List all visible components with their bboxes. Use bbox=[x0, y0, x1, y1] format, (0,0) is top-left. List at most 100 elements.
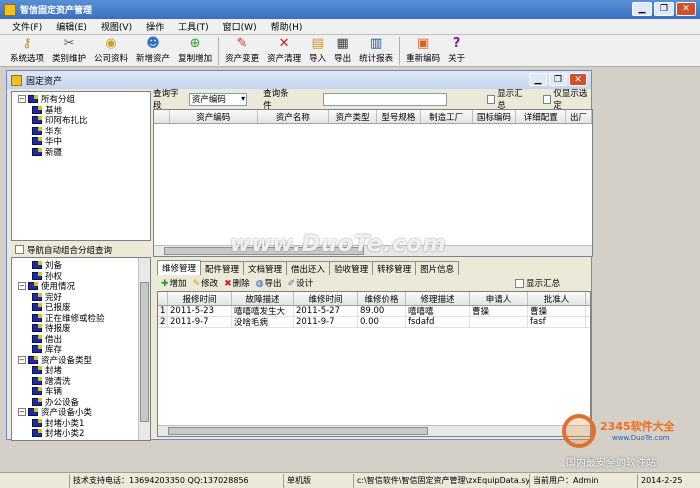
statistics-report-button[interactable]: ▥ 统计报表 bbox=[355, 35, 397, 64]
tree-expander-icon[interactable]: − bbox=[18, 282, 26, 291]
maximize-button[interactable]: ❐ bbox=[654, 2, 674, 16]
table-cell[interactable]: fsdafd bbox=[406, 317, 470, 327]
table-row[interactable]: 2 2011-9-7 没啥毛病 2011-9-7 0.00 fsdafd fasf bbox=[158, 317, 590, 328]
menu-operate[interactable]: 操作 bbox=[146, 20, 164, 33]
menu-view[interactable]: 视图(V) bbox=[101, 20, 132, 33]
query-condition-input[interactable] bbox=[323, 92, 447, 106]
group-tree-node[interactable]: 新疆 bbox=[18, 147, 150, 158]
group-tree-node[interactable]: 印阿布扎比 bbox=[18, 115, 150, 126]
category-tree-node[interactable]: 借出 bbox=[18, 334, 150, 345]
column-header[interactable]: 国标编码 bbox=[473, 110, 517, 123]
add-record-button[interactable]: ✚增加 bbox=[161, 277, 187, 289]
category-tree-node[interactable]: − 使用情况 bbox=[18, 281, 150, 292]
tree-expander-icon[interactable]: − bbox=[18, 95, 26, 104]
menu-window[interactable]: 窗口(W) bbox=[223, 20, 257, 33]
category-tree-node[interactable]: 封堵小类2 bbox=[18, 428, 150, 439]
tab-5[interactable]: 验收管理 bbox=[329, 261, 374, 275]
category-tree-node[interactable]: 蹭清洗 bbox=[18, 376, 150, 387]
tab-2[interactable]: 配件管理 bbox=[200, 261, 245, 275]
category-tree-node[interactable]: 待报废 bbox=[18, 323, 150, 334]
table-cell[interactable]: 2011-5-27 bbox=[294, 306, 358, 316]
tree-expander-icon[interactable]: − bbox=[18, 408, 26, 417]
category-tree-node[interactable]: 车辆 bbox=[18, 386, 150, 397]
group-tree-node[interactable]: 华中 bbox=[18, 136, 150, 147]
repair-grid-hscroll[interactable] bbox=[158, 425, 590, 436]
export-record-button[interactable]: ◍导出 bbox=[256, 277, 282, 289]
column-header[interactable]: 详细配置 bbox=[516, 110, 567, 123]
table-cell[interactable]: 嘻嘻嘻发生大 bbox=[232, 306, 294, 316]
category-tree-node[interactable]: 孙权 bbox=[18, 271, 150, 282]
add-asset-button[interactable]: ☻ 新增资产 bbox=[132, 35, 174, 64]
category-tree-node[interactable]: 刘备 bbox=[18, 260, 150, 271]
table-cell[interactable]: 没啥毛病 bbox=[232, 317, 294, 327]
show-summary-toggle[interactable]: 显示汇总 bbox=[486, 87, 529, 111]
column-header[interactable]: 维修时间 bbox=[294, 292, 358, 305]
table-cell[interactable]: 2011-9-7 bbox=[294, 317, 358, 327]
show-selected-checkbox[interactable] bbox=[542, 94, 552, 104]
category-tree-node[interactable]: 完好 bbox=[18, 292, 150, 303]
recode-button[interactable]: ▣ 重新编码 bbox=[402, 35, 444, 64]
table-cell[interactable]: fasf bbox=[528, 317, 586, 327]
column-header[interactable]: 维修价格 bbox=[358, 292, 406, 305]
group-tree[interactable]: − 所有分组 基地 印阿布扎比 华东 华中 新疆 bbox=[11, 91, 151, 241]
asset-clear-button[interactable]: ✕ 资产清理 bbox=[263, 35, 305, 64]
tab-7[interactable]: 图片信息 bbox=[415, 261, 460, 275]
category-tree-scrollbar[interactable] bbox=[138, 258, 150, 440]
scroll-thumb[interactable] bbox=[140, 282, 149, 422]
show-selected-toggle[interactable]: 仅显示选定 bbox=[542, 87, 593, 111]
child-maximize-button[interactable]: ❐ bbox=[549, 73, 567, 86]
column-header[interactable]: 故障描述 bbox=[232, 292, 294, 305]
system-options-button[interactable]: ⚷ 系统选项 bbox=[6, 35, 48, 64]
detail-summary-checkbox[interactable] bbox=[515, 278, 525, 288]
copy-add-button[interactable]: ⊕ 复制增加 bbox=[174, 35, 216, 64]
column-header[interactable]: 出厂 bbox=[566, 110, 592, 123]
group-tree-node[interactable]: − 所有分组 bbox=[18, 94, 150, 105]
category-maintain-button[interactable]: ✂ 类别维护 bbox=[48, 35, 90, 64]
category-tree[interactable]: 刘备 孙权 − 使用情况 完好 已报废 正在维修或检验 待报废 借出 库存 − 资产设备类型 封堵 蹭清洗… bbox=[11, 257, 151, 441]
import-button[interactable]: ▤ 导入 bbox=[305, 35, 330, 64]
table-cell[interactable]: 曹操 bbox=[528, 306, 586, 316]
tab-1[interactable]: 维修管理 bbox=[157, 260, 202, 275]
child-minimize-button[interactable]: ▁ bbox=[529, 73, 547, 86]
column-header[interactable]: 制造工厂 bbox=[421, 110, 473, 123]
table-cell[interactable]: 2011-9-7 bbox=[168, 317, 232, 327]
company-info-button[interactable]: ◉ 公司资料 bbox=[90, 35, 132, 64]
close-button[interactable]: ✕ bbox=[676, 2, 696, 16]
auto-group-query-option[interactable]: 导航自动组合分组查询 bbox=[15, 243, 151, 256]
table-cell[interactable]: 2011-5-23 bbox=[168, 306, 232, 316]
scroll-thumb[interactable] bbox=[168, 427, 428, 435]
delete-record-button[interactable]: ✖删除 bbox=[224, 277, 250, 289]
group-tree-node[interactable]: 华东 bbox=[18, 126, 150, 137]
column-header[interactable]: 资产类型 bbox=[329, 110, 377, 123]
column-header[interactable]: 型号规格 bbox=[377, 110, 421, 123]
about-button[interactable]: ? 关于 bbox=[444, 35, 469, 64]
column-header[interactable]: 资产名称 bbox=[258, 110, 330, 123]
table-cell[interactable]: 嘻嘻嘻 bbox=[406, 306, 470, 316]
repair-grid[interactable]: 报修时间 故障描述 维修时间 维修价格 修理描述 申请人 批准人 1 2011-5-23 嘻嘻嘻… bbox=[157, 291, 591, 437]
table-cell[interactable] bbox=[470, 317, 528, 327]
column-header[interactable]: 申请人 bbox=[470, 292, 528, 305]
column-header[interactable]: 批准人 bbox=[528, 292, 586, 305]
category-tree-node[interactable]: 正在维修或检验 bbox=[18, 313, 150, 324]
export-button[interactable]: ▦ 导出 bbox=[330, 35, 355, 64]
category-tree-node[interactable]: 封堵 bbox=[18, 365, 150, 376]
tab-3[interactable]: 文档管理 bbox=[243, 261, 288, 275]
query-field-select[interactable]: 资产编码 bbox=[188, 92, 248, 106]
tree-expander-icon[interactable]: − bbox=[18, 355, 26, 364]
column-header[interactable]: 报修时间 bbox=[168, 292, 232, 305]
table-row[interactable]: 1 2011-5-23 嘻嘻嘻发生大 2011-5-27 89.00 嘻嘻嘻 曹操 曹操 bbox=[158, 306, 590, 317]
menu-tools[interactable]: 工具(T) bbox=[178, 20, 209, 33]
menu-edit[interactable]: 编辑(E) bbox=[56, 20, 87, 33]
menu-file[interactable]: 文件(F) bbox=[12, 20, 42, 33]
table-cell[interactable]: 89.00 bbox=[358, 306, 406, 316]
column-header[interactable]: 修理描述 bbox=[406, 292, 470, 305]
minimize-button[interactable]: ▁ bbox=[632, 2, 652, 16]
tab-6[interactable]: 转移管理 bbox=[372, 261, 417, 275]
table-cell[interactable]: 曹操 bbox=[470, 306, 528, 316]
edit-record-button[interactable]: ✎修改 bbox=[193, 277, 219, 289]
detail-show-summary-toggle[interactable]: 显示汇总 bbox=[515, 277, 560, 289]
table-cell[interactable]: 0.00 bbox=[358, 317, 406, 327]
menu-help[interactable]: 帮助(H) bbox=[271, 20, 303, 33]
show-summary-checkbox[interactable] bbox=[486, 94, 496, 104]
design-button[interactable]: ✐设计 bbox=[288, 277, 314, 289]
